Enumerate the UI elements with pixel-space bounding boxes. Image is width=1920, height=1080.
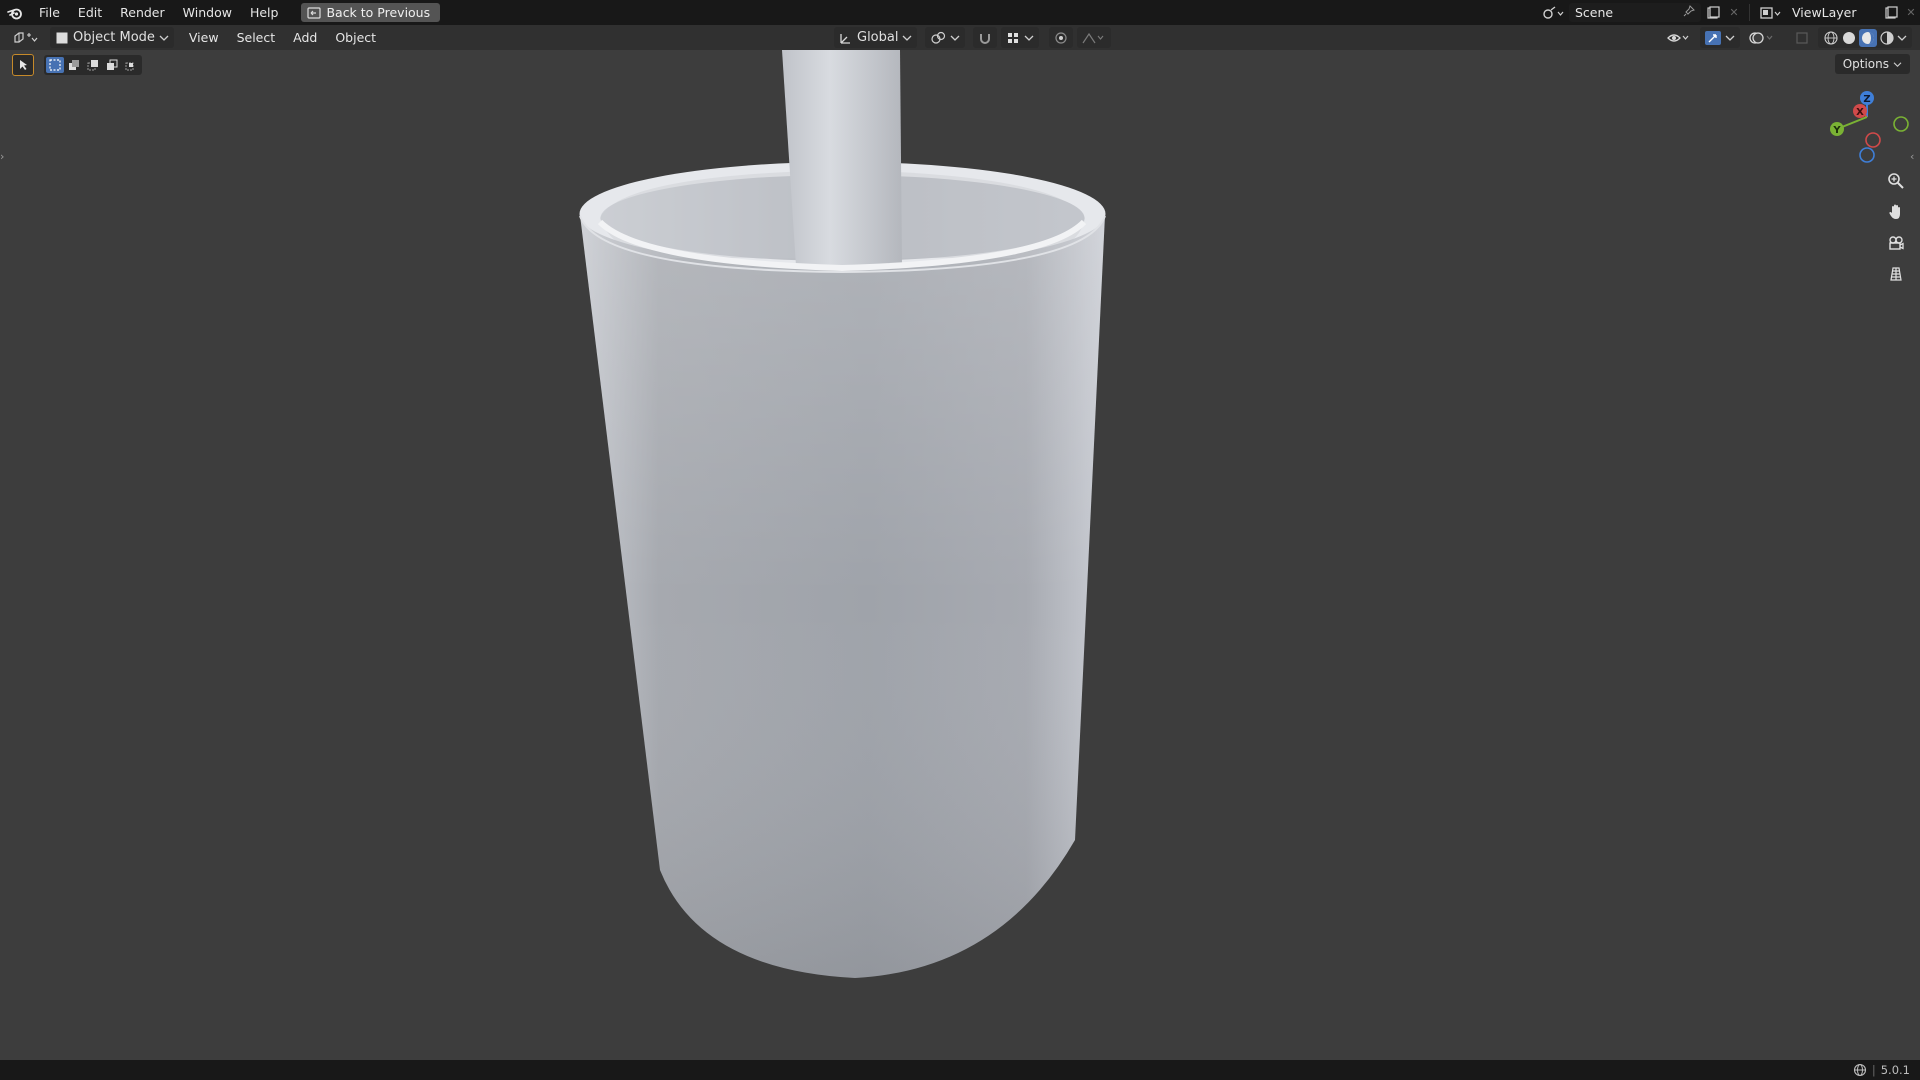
scene-type-icon[interactable] xyxy=(1537,5,1569,20)
status-bar: | 5.0.1 xyxy=(0,1060,1920,1080)
xray-toggle[interactable] xyxy=(1790,27,1814,48)
top-bar: File Edit Render Window Help Back to Pre… xyxy=(0,0,1920,25)
overlays-icon xyxy=(1749,31,1773,44)
menu-help[interactable]: Help xyxy=(241,0,288,25)
select-subtract-icon[interactable] xyxy=(84,57,102,73)
view-layer-field[interactable]: ViewLayer xyxy=(1786,3,1880,22)
snap-toggle[interactable] xyxy=(973,27,998,48)
transform-tools: Global xyxy=(834,25,1112,50)
xray-icon xyxy=(1796,31,1808,44)
overlays-dropdown[interactable] xyxy=(1744,27,1782,48)
gizmo-icon xyxy=(1705,30,1721,45)
chevron-down-icon xyxy=(951,35,960,41)
pivot-icon xyxy=(931,31,946,44)
orientation-label: Global xyxy=(857,30,899,45)
mode-dropdown[interactable]: Object Mode xyxy=(50,27,174,48)
select-tool-icon[interactable] xyxy=(12,54,34,76)
options-label: Options xyxy=(1842,57,1889,71)
editor-type-icon[interactable] xyxy=(8,31,44,45)
viewport-navigation-buttons xyxy=(1882,168,1910,286)
view-layer-name: ViewLayer xyxy=(1792,5,1857,20)
version-info: | 5.0.1 xyxy=(1853,1063,1920,1077)
viewport-header-right xyxy=(1662,25,1912,50)
svg-text:Y: Y xyxy=(1832,125,1841,136)
header-menu-object[interactable]: Object xyxy=(326,30,385,45)
gizmo-axis-neg-x xyxy=(1865,132,1881,148)
scene-object-cup[interactable] xyxy=(0,50,1920,1060)
chevron-down-icon xyxy=(1025,35,1034,41)
zoom-icon[interactable] xyxy=(1882,168,1910,193)
menu-render[interactable]: Render xyxy=(111,0,174,25)
menu-file[interactable]: File xyxy=(30,0,69,25)
scene-name-field[interactable]: Scene xyxy=(1569,3,1701,22)
delete-scene-icon[interactable]: ✕ xyxy=(1725,6,1743,19)
view-layer-type-icon[interactable] xyxy=(1756,6,1786,20)
version-separator: | xyxy=(1871,1063,1876,1077)
options-dropdown[interactable]: Options xyxy=(1834,54,1910,74)
gizmo-axis-neg-z xyxy=(1859,147,1875,163)
snap-target-dropdown[interactable] xyxy=(1001,27,1040,48)
magnet-icon xyxy=(980,33,991,44)
chevron-down-icon xyxy=(1893,61,1902,67)
select-intersect-icon[interactable] xyxy=(122,57,140,73)
object-mode-icon xyxy=(56,32,68,43)
version-number: 5.0.1 xyxy=(1880,1063,1910,1077)
falloff-curve-icon xyxy=(1082,32,1104,43)
solid-shading-icon[interactable] xyxy=(1841,30,1857,46)
hand-pan-icon[interactable] xyxy=(1882,199,1910,224)
proportional-editing-toggle[interactable] xyxy=(1049,27,1074,48)
header-menu-select[interactable]: Select xyxy=(228,30,285,45)
select-invert-icon[interactable] xyxy=(103,57,121,73)
chevron-down-icon xyxy=(1725,35,1735,41)
pin-icon[interactable] xyxy=(1683,5,1695,20)
selection-mode-group xyxy=(44,55,142,75)
grid-ortho-icon[interactable] xyxy=(1882,261,1910,286)
globe-icon xyxy=(1853,1063,1866,1077)
chevron-down-icon xyxy=(903,35,912,41)
scene-name: Scene xyxy=(1575,5,1614,20)
camera-icon[interactable] xyxy=(1882,230,1910,255)
svg-text:Z: Z xyxy=(1863,94,1870,105)
material-shading-icon[interactable] xyxy=(1859,28,1877,47)
delete-view-layer-icon[interactable]: ✕ xyxy=(1902,6,1920,19)
select-extend-icon[interactable] xyxy=(65,57,83,73)
svg-text:X: X xyxy=(1856,107,1864,118)
transform-orientation-dropdown[interactable]: Global xyxy=(834,27,918,48)
gizmo-axis-neg-y xyxy=(1893,116,1909,132)
header-menu-view[interactable]: View xyxy=(180,30,228,45)
mode-label: Object Mode xyxy=(73,30,155,45)
top-right-controls: Scene ✕ ViewLayer ✕ xyxy=(1537,0,1920,25)
chevron-down-icon[interactable] xyxy=(1897,34,1907,42)
pivot-point-dropdown[interactable] xyxy=(925,27,966,48)
rendered-shading-icon[interactable] xyxy=(1879,30,1895,46)
wireframe-shading-icon[interactable] xyxy=(1823,30,1839,46)
eye-icon xyxy=(1667,33,1689,42)
navigation-gizmo[interactable]: Z X Y xyxy=(1820,85,1912,169)
menu-edit[interactable]: Edit xyxy=(69,0,111,25)
new-scene-icon[interactable] xyxy=(1701,5,1725,20)
new-view-layer-icon[interactable] xyxy=(1880,5,1902,20)
falloff-dropdown[interactable] xyxy=(1077,27,1112,48)
orientation-icon xyxy=(840,33,850,44)
snap-grid-icon xyxy=(1008,32,1019,43)
shading-mode-group xyxy=(1818,27,1912,48)
back-to-previous-button[interactable]: Back to Previous xyxy=(301,3,441,22)
3d-viewport[interactable]: › ‹ xyxy=(0,50,1920,1060)
menu-window[interactable]: Window xyxy=(174,0,241,25)
viewport-tool-row xyxy=(12,54,142,76)
chevron-down-icon xyxy=(159,35,169,41)
back-button-label: Back to Previous xyxy=(326,5,431,20)
blender-logo-icon[interactable] xyxy=(0,0,30,25)
header-menu-add[interactable]: Add xyxy=(284,30,326,45)
gizmo-toggle[interactable] xyxy=(1700,27,1740,48)
proportional-editing-icon xyxy=(1055,31,1068,44)
select-box-icon[interactable] xyxy=(46,57,64,73)
visibility-dropdown[interactable] xyxy=(1662,27,1696,48)
back-icon xyxy=(307,6,322,19)
toolbar-expand-chevron[interactable]: › xyxy=(0,150,10,166)
